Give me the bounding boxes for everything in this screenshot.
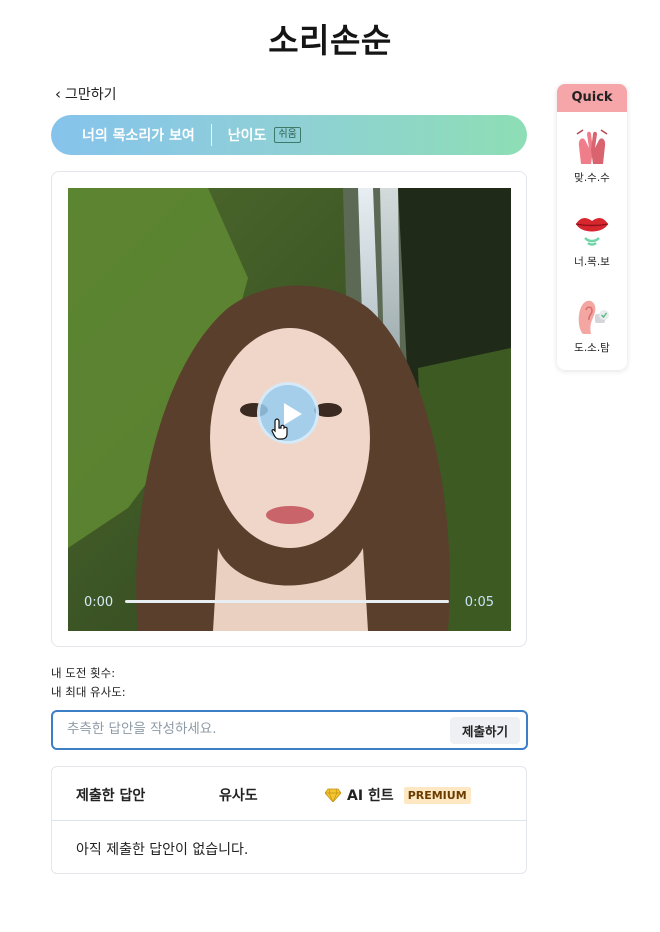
col-similarity: 유사도 — [219, 788, 258, 804]
gem-icon — [325, 788, 341, 802]
col-answer: 제출한 답안 — [76, 788, 146, 804]
video-card: 0:00 0:05 — [51, 171, 527, 647]
hint-label: AI 힌트 — [347, 788, 394, 804]
mode-name: 너의 목소리가 보여 — [82, 128, 195, 144]
mode-banner: 너의 목소리가 보여 난이도 쉬움 — [51, 115, 527, 155]
current-time: 0:00 — [84, 595, 114, 610]
back-link[interactable]: ‹ 그만하기 — [55, 84, 117, 104]
results-header: 제출한 답안 유사도 AI 힌트 PREMIUM — [52, 767, 526, 821]
submit-button[interactable]: 제출하기 — [449, 717, 520, 744]
back-label: 그만하기 — [65, 87, 117, 103]
total-time: 0:05 — [464, 595, 494, 610]
answer-box: 제출하기 — [51, 710, 528, 750]
empty-message: 아직 제출한 답안이 없습니다. — [76, 842, 249, 858]
ear-icon — [578, 300, 609, 334]
best-similarity-label: 내 최대 유사도: — [51, 685, 126, 699]
attempts-label: 내 도전 횟수: — [51, 666, 116, 680]
col-hint: AI 힌트 PREMIUM — [325, 785, 471, 805]
answer-input[interactable] — [67, 721, 437, 737]
difficulty-label: 난이도 — [227, 128, 267, 144]
premium-badge: PREMIUM — [403, 786, 471, 804]
difficulty-badge: 쉬움 — [274, 127, 301, 143]
video-player[interactable]: 0:00 0:05 — [68, 188, 511, 631]
progress-bar[interactable] — [125, 600, 449, 603]
quick-item-lips[interactable]: 너.목.보 — [557, 212, 627, 269]
sign-language-hands-icon — [576, 129, 608, 164]
quick-label-sign: 맞.수.수 — [574, 172, 610, 184]
quick-title: Quick — [557, 84, 627, 112]
quick-label-lips: 너.목.보 — [574, 256, 610, 268]
lips-icon — [575, 217, 609, 246]
quick-item-ear[interactable]: 도.소.탐 — [557, 298, 627, 355]
chevron-left-icon: ‹ — [55, 84, 61, 103]
banner-divider — [210, 124, 212, 146]
quick-panel: Quick 맞.수.수 너.목.보 도.소.탐 — [557, 84, 627, 370]
quick-item-sign[interactable]: 맞.수.수 — [557, 128, 627, 185]
app-title: 소리손순 — [268, 21, 392, 60]
hand-pointer-icon — [271, 418, 288, 440]
quick-label-ear: 도.소.탐 — [574, 342, 610, 354]
stats: 내 도전 횟수: 내 최대 유사도: — [51, 664, 126, 702]
results-table: 제출한 답안 유사도 AI 힌트 PREMIUM 아직 제출한 답안이 없습니다… — [51, 766, 527, 874]
